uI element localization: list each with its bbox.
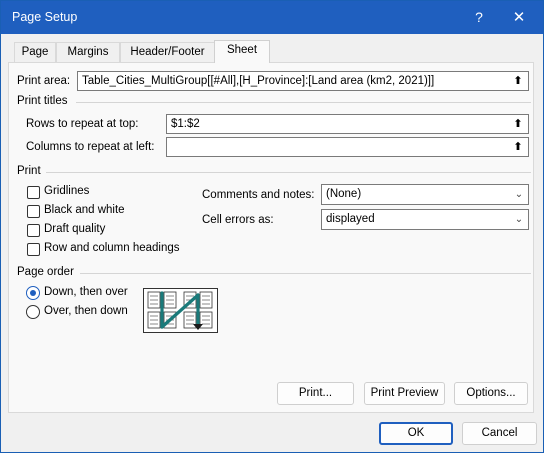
separator [80, 273, 531, 274]
tab-header-footer[interactable]: Header/Footer [120, 42, 215, 62]
draft-quality-label: Draft quality [44, 223, 106, 235]
title-bar: Page Setup ? ✕ [1, 1, 543, 34]
page-order-heading: Page order [17, 266, 74, 278]
columns-to-repeat-input[interactable]: ⬆ [166, 137, 529, 157]
page-order-preview-image [143, 288, 218, 333]
separator [76, 102, 531, 103]
draft-quality-checkbox[interactable] [27, 224, 40, 237]
black-and-white-checkbox[interactable] [27, 205, 40, 218]
cell-errors-select[interactable]: displayed ⌄ [321, 209, 529, 230]
print-heading: Print [17, 165, 41, 177]
cell-errors-value: displayed [326, 213, 375, 225]
collapse-dialog-icon[interactable]: ⬆ [509, 139, 527, 155]
print-area-value: Table_Cities_MultiGroup[[#All],[H_Provin… [82, 75, 435, 87]
print-preview-button[interactable]: Print Preview [364, 382, 445, 405]
row-column-headings-label: Row and column headings [44, 242, 180, 254]
tab-margins[interactable]: Margins [56, 42, 120, 62]
ok-button[interactable]: OK [379, 422, 453, 445]
options-button[interactable]: Options... [454, 382, 528, 405]
print-button[interactable]: Print... [277, 382, 354, 405]
black-and-white-label: Black and white [44, 204, 125, 216]
columns-to-repeat-label: Columns to repeat at left: [26, 141, 155, 153]
close-button[interactable]: ✕ [499, 1, 539, 34]
over-then-down-radio[interactable] [26, 305, 40, 319]
gridlines-checkbox[interactable] [27, 186, 40, 199]
comments-select[interactable]: (None) ⌄ [321, 184, 529, 205]
row-column-headings-checkbox[interactable] [27, 243, 40, 256]
rows-to-repeat-value: $1:$2 [171, 118, 200, 130]
page-setup-dialog: Page Setup ? ✕ Page Margins Header/Foote… [0, 0, 544, 453]
dialog-title: Page Setup [12, 10, 78, 24]
cancel-button[interactable]: Cancel [462, 422, 537, 445]
rows-to-repeat-label: Rows to repeat at top: [26, 118, 139, 130]
help-button[interactable]: ? [459, 1, 499, 34]
separator [46, 172, 531, 173]
rows-to-repeat-input[interactable]: $1:$2 ⬆ [166, 114, 529, 134]
comments-value: (None) [326, 188, 362, 200]
collapse-dialog-icon[interactable]: ⬆ [509, 73, 527, 89]
page-order-diagram-icon [147, 291, 213, 330]
print-titles-heading: Print titles [17, 95, 68, 107]
chevron-down-icon[interactable]: ⌄ [510, 210, 528, 229]
collapse-dialog-icon[interactable]: ⬆ [509, 116, 527, 132]
down-then-over-radio[interactable] [26, 286, 40, 300]
gridlines-label: Gridlines [44, 185, 90, 197]
tab-page[interactable]: Page [14, 42, 56, 62]
cell-errors-label: Cell errors as: [202, 214, 274, 226]
print-area-input[interactable]: Table_Cities_MultiGroup[[#All],[H_Provin… [77, 71, 529, 91]
chevron-down-icon[interactable]: ⌄ [510, 185, 528, 204]
print-area-label: Print area: [17, 75, 71, 87]
over-then-down-label: Over, then down [44, 305, 128, 317]
comments-label: Comments and notes: [202, 189, 315, 201]
tab-sheet[interactable]: Sheet [214, 40, 270, 63]
down-then-over-label: Down, then over [44, 286, 128, 298]
